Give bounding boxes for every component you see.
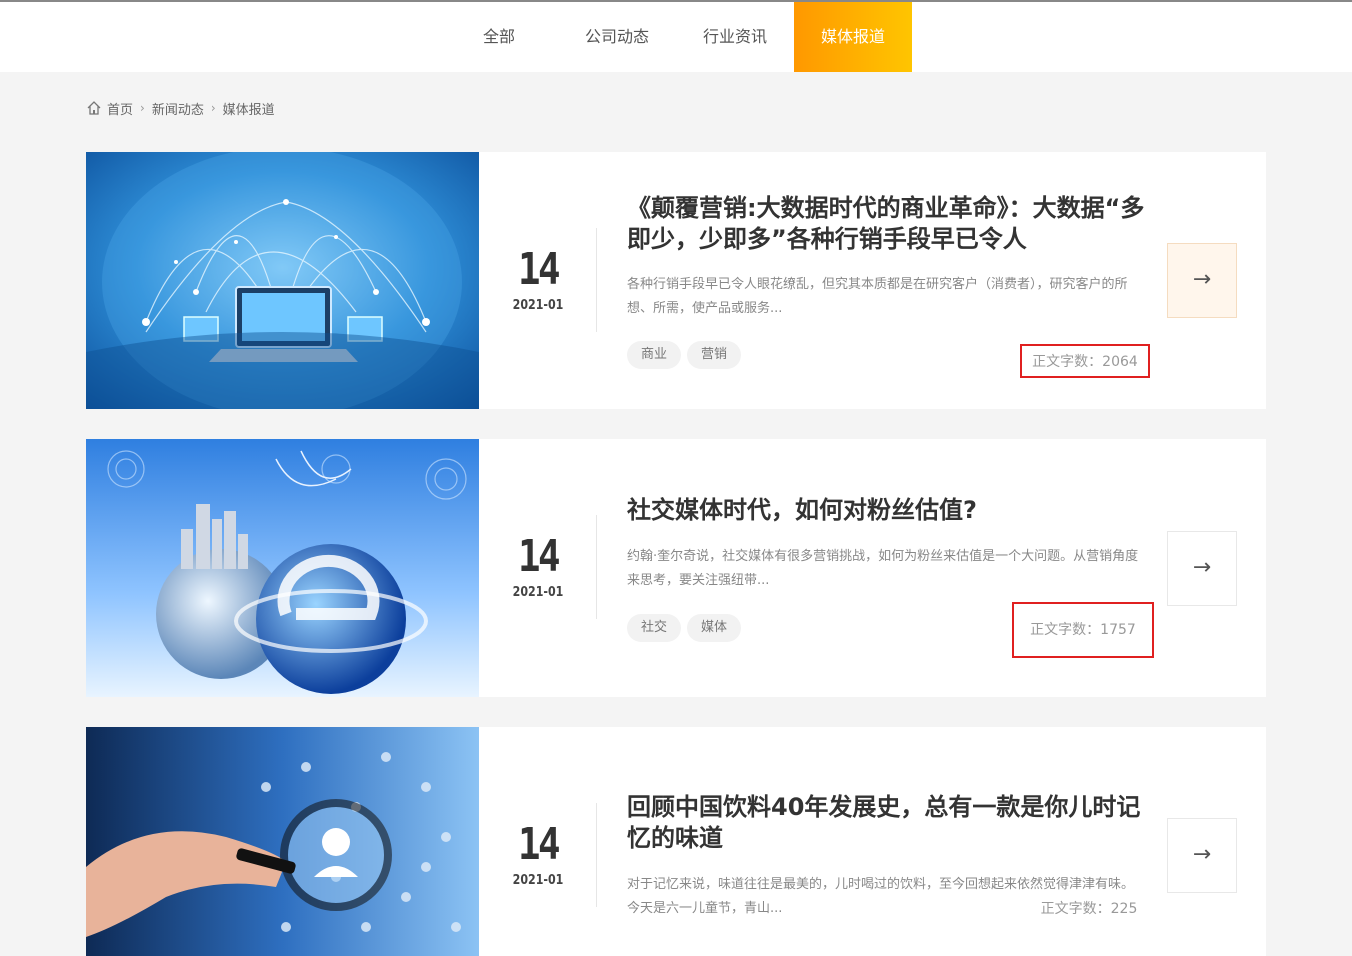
word-count: 正文字数：2064 bbox=[1020, 344, 1150, 378]
date-year-month: 2021-01 bbox=[512, 873, 564, 888]
breadcrumb: 首页 › 新闻动态 › 媒体报道 bbox=[86, 98, 275, 118]
article-date: 14 2021-01 bbox=[494, 531, 582, 601]
word-count: 正文字数：225 bbox=[1040, 901, 1138, 917]
article-card[interactable]: 14 2021-01 《颠覆营销:大数据时代的商业革命》：大数据“多即少，少即多… bbox=[86, 152, 1266, 409]
divider bbox=[596, 803, 597, 907]
divider bbox=[596, 515, 597, 619]
article-date: 14 2021-01 bbox=[494, 819, 582, 889]
breadcrumb-current: 媒体报道 bbox=[222, 102, 275, 118]
tab-company-news[interactable]: 公司动态 bbox=[558, 2, 676, 72]
date-day: 14 bbox=[518, 819, 560, 870]
date-day: 14 bbox=[518, 244, 560, 295]
article-image-globe[interactable] bbox=[86, 439, 479, 697]
home-icon[interactable] bbox=[86, 100, 102, 116]
article-image-magnifier[interactable] bbox=[86, 727, 479, 956]
tag-media[interactable]: 媒体 bbox=[687, 614, 742, 642]
article-date: 14 2021-01 bbox=[494, 244, 582, 314]
date-day: 14 bbox=[518, 531, 560, 582]
article-summary: 各种行销手段早已令人眼花缭乱，但究其本质都是在研究客户（消费者），研究客户的所想… bbox=[627, 277, 1128, 316]
tag-business[interactable]: 商业 bbox=[627, 341, 682, 369]
tab-all[interactable]: 全部 bbox=[440, 2, 558, 72]
article-title[interactable]: 回顾中国饮料40年发展史，总有一款是你儿时记忆的味道 bbox=[627, 792, 1157, 854]
tab-industry-news[interactable]: 行业资讯 bbox=[676, 2, 794, 72]
breadcrumb-news[interactable]: 新闻动态 bbox=[152, 99, 204, 118]
tab-media-reports[interactable]: 媒体报道 bbox=[794, 2, 912, 72]
article-summary: 约翰·奎尔奇说，社交媒体有很多营销挑战，如何为粉丝来估值是一个大问题。从营销角度… bbox=[627, 549, 1139, 588]
read-more-arrow-button[interactable]: → bbox=[1167, 531, 1237, 606]
article-card[interactable]: 14 2021-01 回顾中国饮料40年发展史，总有一款是你儿时记忆的味道 对于… bbox=[86, 727, 1266, 956]
article-title[interactable]: 《颠覆营销:大数据时代的商业革命》：大数据“多即少，少即多”各种行销手段早已令人 bbox=[627, 193, 1157, 255]
read-more-arrow-button[interactable]: → bbox=[1167, 243, 1237, 318]
tag-social[interactable]: 社交 bbox=[627, 614, 682, 642]
read-more-arrow-button[interactable]: → bbox=[1167, 818, 1237, 893]
category-tabs: 全部 公司动态 行业资讯 媒体报道 bbox=[0, 2, 1352, 72]
divider bbox=[596, 228, 597, 332]
breadcrumb-home[interactable]: 首页 bbox=[107, 99, 133, 118]
article-card[interactable]: 14 2021-01 社交媒体时代，如何对粉丝估值? 约翰·奎尔奇说，社交媒体有… bbox=[86, 439, 1266, 697]
article-title[interactable]: 社交媒体时代，如何对粉丝估值? bbox=[627, 495, 1157, 526]
article-image-network[interactable] bbox=[86, 152, 479, 409]
word-count: 正文字数：1757 bbox=[1012, 602, 1154, 658]
breadcrumb-separator: › bbox=[140, 101, 145, 115]
date-year-month: 2021-01 bbox=[512, 298, 564, 313]
date-year-month: 2021-01 bbox=[512, 585, 564, 600]
breadcrumb-separator: › bbox=[210, 101, 216, 115]
tag-marketing[interactable]: 营销 bbox=[687, 341, 742, 369]
